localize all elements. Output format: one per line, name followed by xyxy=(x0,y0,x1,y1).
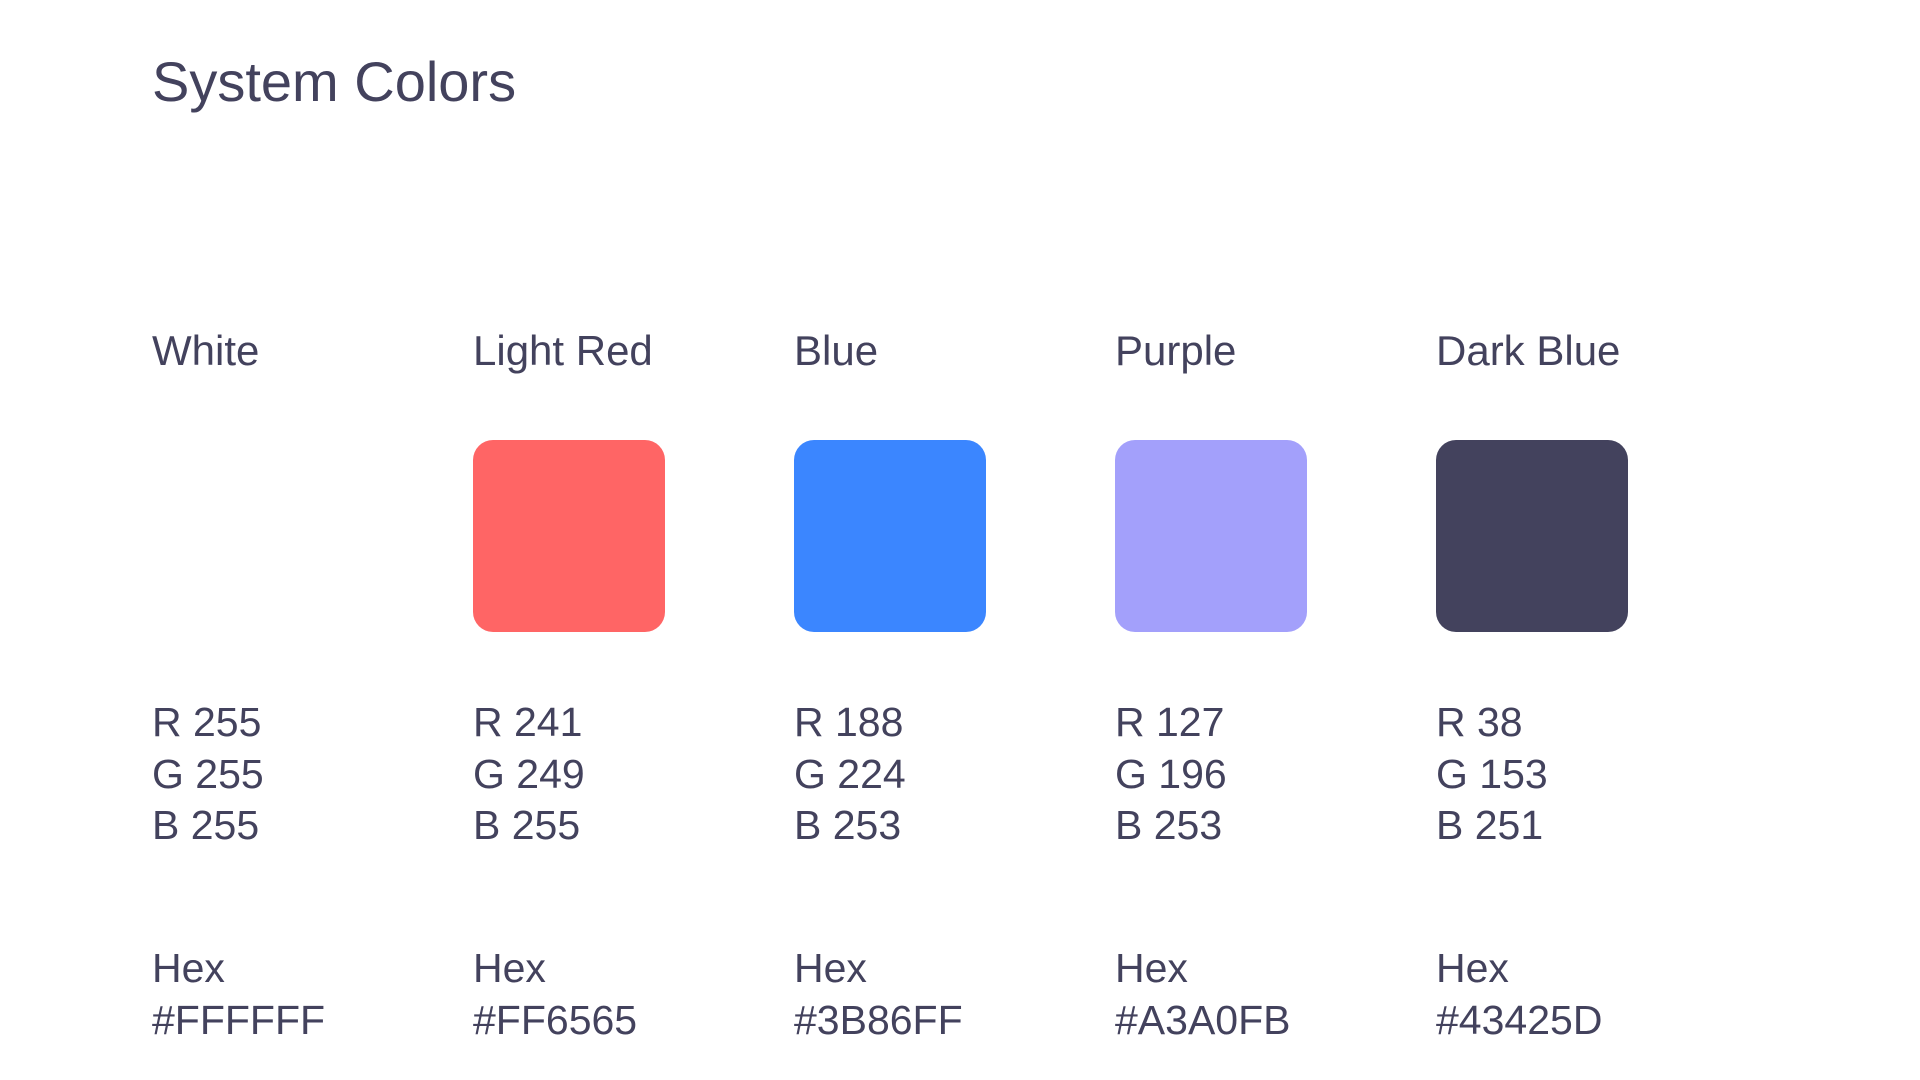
color-name: White xyxy=(152,327,260,374)
hex-block: Hex #FFFFFF xyxy=(152,943,325,1046)
color-swatch xyxy=(1115,440,1307,632)
color-name: Light Red xyxy=(473,327,653,374)
color-swatch xyxy=(473,440,665,632)
rgb-values: R 38 G 153 B 251 xyxy=(1436,697,1548,852)
blue-value: B 255 xyxy=(473,802,581,848)
color-card: Dark Blue R 38 G 153 B 251 Hex #43425D xyxy=(1436,0,1736,1080)
hex-value: #FF6565 xyxy=(473,996,638,1043)
hex-label: Hex xyxy=(152,945,225,991)
green-value: G 224 xyxy=(794,750,906,797)
color-name: Dark Blue xyxy=(1436,327,1621,374)
color-swatch xyxy=(152,440,344,632)
blue-value: B 251 xyxy=(1436,802,1544,848)
hex-block: Hex #FF6565 xyxy=(473,943,637,1046)
hex-label: Hex xyxy=(1436,945,1509,991)
blue-value: B 253 xyxy=(794,802,902,848)
hex-label: Hex xyxy=(794,945,867,991)
hex-value: #3B86FF xyxy=(794,996,963,1043)
green-value: G 196 xyxy=(1115,750,1227,797)
red-value: R 255 xyxy=(152,699,262,745)
color-name: Purple xyxy=(1115,327,1237,374)
color-name: Blue xyxy=(794,327,879,374)
green-value: G 153 xyxy=(1436,750,1548,797)
green-value: G 249 xyxy=(473,750,585,797)
color-swatch xyxy=(794,440,986,632)
color-swatch xyxy=(1436,440,1628,632)
blue-value: B 255 xyxy=(152,802,260,848)
hex-value: #FFFFFF xyxy=(152,996,326,1043)
hex-value: #43425D xyxy=(1436,996,1603,1043)
rgb-values: R 188 G 224 B 253 xyxy=(794,697,906,852)
hex-label: Hex xyxy=(1115,945,1188,991)
color-card: Blue R 188 G 224 B 253 Hex #3B86FF xyxy=(794,0,1094,1080)
rgb-values: R 241 G 249 B 255 xyxy=(473,697,585,852)
hex-value: #A3A0FB xyxy=(1115,996,1291,1043)
red-value: R 188 xyxy=(794,699,904,745)
rgb-values: R 127 G 196 B 253 xyxy=(1115,697,1227,852)
hex-label: Hex xyxy=(473,945,546,991)
hex-block: Hex #3B86FF xyxy=(794,943,963,1046)
rgb-values: R 255 G 255 B 255 xyxy=(152,697,264,852)
hex-block: Hex #A3A0FB xyxy=(1115,943,1291,1046)
hex-block: Hex #43425D xyxy=(1436,943,1602,1046)
color-card: Purple R 127 G 196 B 253 Hex #A3A0FB xyxy=(1115,0,1415,1080)
red-value: R 38 xyxy=(1436,699,1523,745)
color-card: White R 255 G 255 B 255 Hex #FFFFFF xyxy=(152,0,452,1080)
red-value: R 241 xyxy=(473,699,583,745)
red-value: R 127 xyxy=(1115,699,1225,745)
color-card: Light Red R 241 G 249 B 255 Hex #FF6565 xyxy=(473,0,773,1080)
blue-value: B 253 xyxy=(1115,802,1223,848)
green-value: G 255 xyxy=(152,750,264,797)
